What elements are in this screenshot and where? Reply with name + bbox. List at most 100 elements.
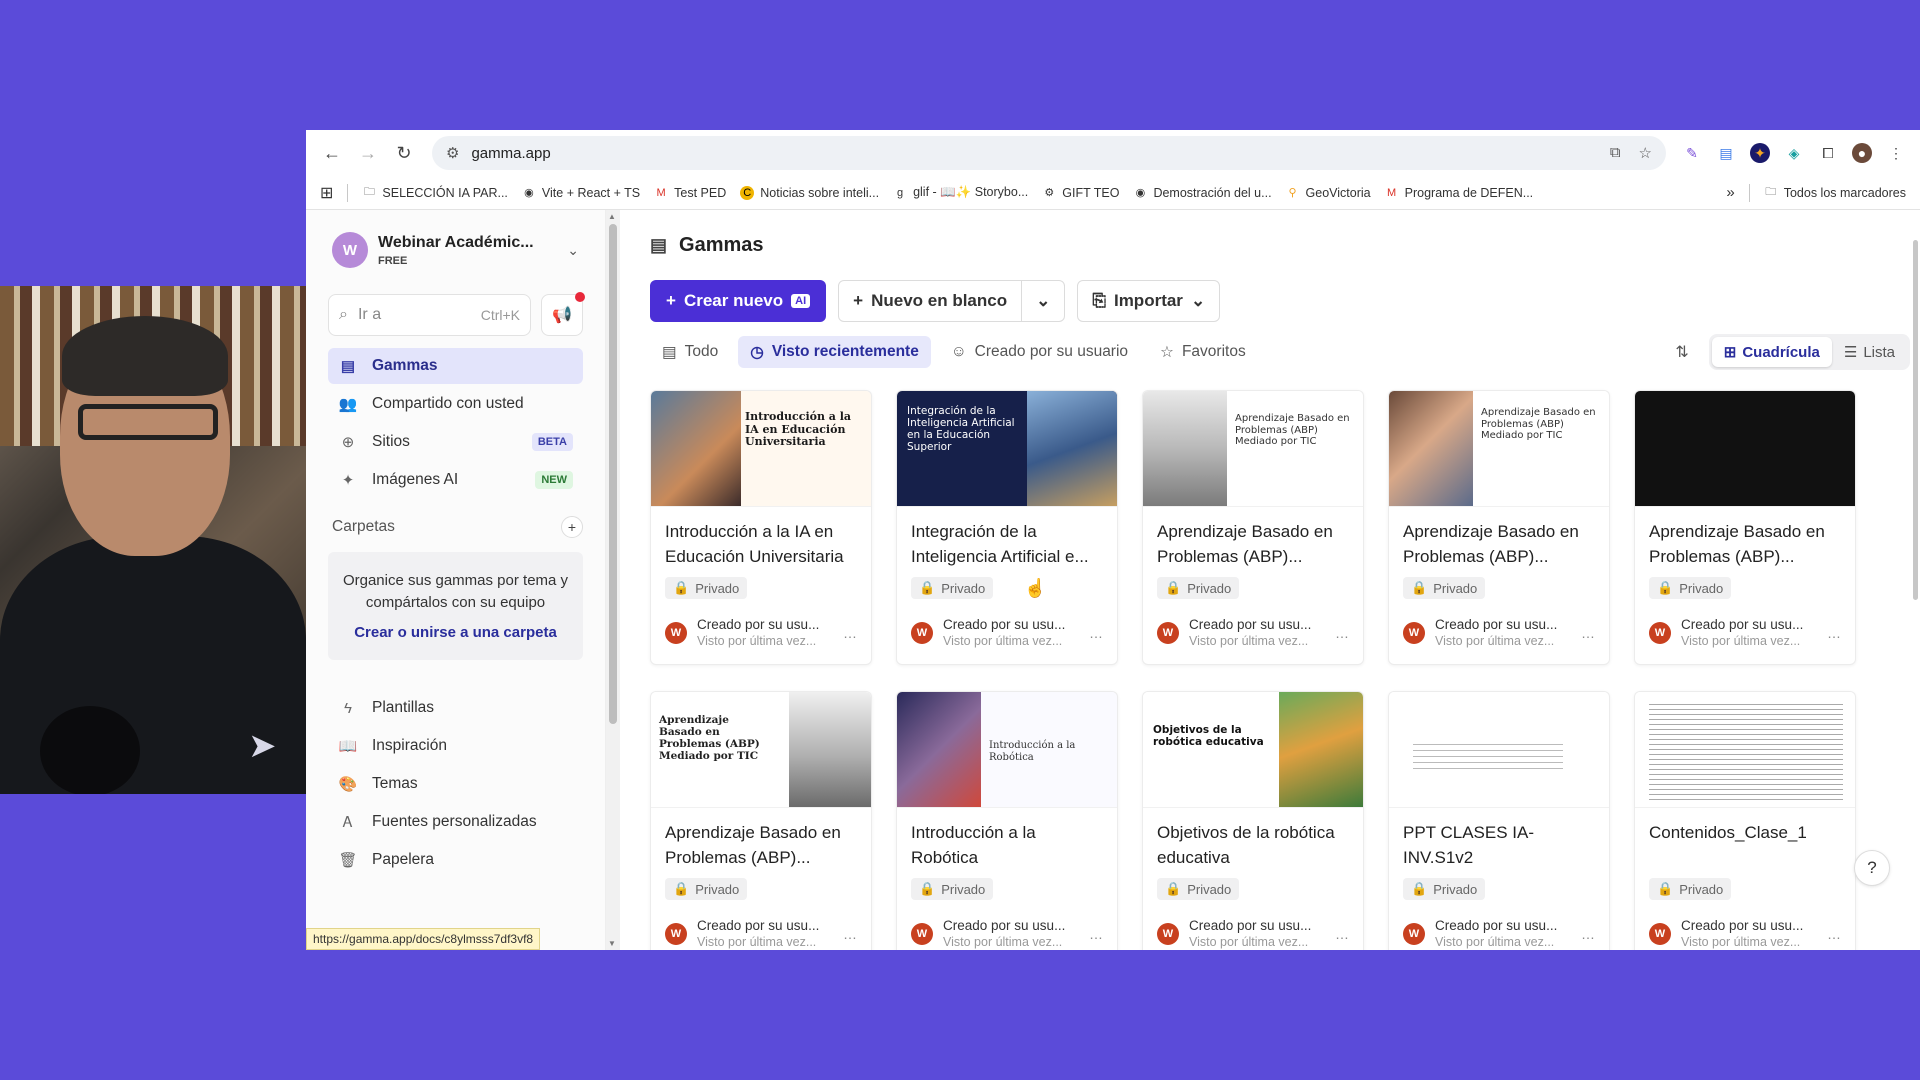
- filter-created-by-you[interactable]: ☺ Creado por su usuario: [939, 336, 1140, 368]
- workspace-switcher[interactable]: W Webinar Académic... FREE ⌄: [328, 222, 583, 278]
- chevron-down-icon[interactable]: ⌄: [567, 242, 579, 259]
- bookmark-item[interactable]: C Noticias sobre inteli...: [740, 185, 879, 200]
- card-body: Introducción a la IA en Educación Univer…: [651, 507, 871, 648]
- create-folder-link[interactable]: Crear o unirse a una carpeta: [342, 622, 569, 644]
- thumbnail-title: Aprendizaje Basado en Problemas (ABP) Me…: [659, 714, 760, 763]
- profile-avatar-icon[interactable]: ●: [1852, 143, 1872, 163]
- help-button[interactable]: ?: [1854, 850, 1890, 886]
- new-blank-dropdown[interactable]: ⌄: [1022, 281, 1064, 321]
- bookmark-item[interactable]: M Programa de DEFEN...: [1385, 186, 1533, 200]
- gamma-card[interactable]: Integración de la Inteligencia Artificia…: [896, 390, 1118, 665]
- filter-all[interactable]: ▤ Todo: [650, 336, 730, 368]
- apps-grid-icon[interactable]: ⊞: [320, 183, 333, 203]
- webcam-person-hair: [62, 316, 228, 396]
- bookmark-item[interactable]: ɡ glif - 📖✨ Storybo...: [893, 185, 1028, 200]
- more-options-icon[interactable]: …: [1335, 926, 1349, 942]
- bookmark-item[interactable]: 🗀 SELECCIÓN IA PAR...: [362, 186, 508, 200]
- layers-extension-icon[interactable]: ◈: [1784, 143, 1804, 163]
- private-label: Privado: [941, 881, 986, 897]
- bookmark-item[interactable]: M Test PED: [654, 186, 727, 200]
- ai-tag: AI: [791, 294, 811, 308]
- card-title: PPT CLASES IA-INV.S1v2: [1403, 823, 1535, 867]
- gamma-card[interactable]: Introducción a la Robótica Introducción …: [896, 691, 1118, 950]
- sidebar-item-ai-images[interactable]: ✦ Imágenes AI NEW: [328, 462, 583, 498]
- search-input[interactable]: ⌕ Ir a Ctrl+K: [328, 294, 531, 336]
- filter-favorites[interactable]: ☆ Favoritos: [1148, 336, 1258, 368]
- last-viewed-text: Visto por última vez...: [943, 935, 1063, 949]
- stack-icon: ▤: [662, 343, 677, 361]
- more-options-icon[interactable]: …: [843, 926, 857, 942]
- card-body: PPT CLASES IA-INV.S1v2 🔒 Privado W Creado …: [1389, 808, 1609, 949]
- site-info-icon[interactable]: ⚙: [446, 144, 459, 162]
- sidebar-item-custom-fonts[interactable]: Ꭺ Fuentes personalizadas: [328, 804, 583, 840]
- grid-view-button[interactable]: ⊞ Cuadrícula: [1711, 337, 1832, 367]
- bookmark-item[interactable]: ◉ Demostración del u...: [1133, 186, 1272, 200]
- list-view-button[interactable]: ☰ Lista: [1832, 337, 1907, 367]
- gamma-card[interactable]: Aprendizaje Basado en Problemas (ABP) Me…: [650, 691, 872, 950]
- announcements-button[interactable]: 📢: [541, 292, 585, 336]
- more-options-icon[interactable]: …: [843, 625, 857, 641]
- pen-extension-icon[interactable]: ✎: [1682, 143, 1702, 163]
- sidebar-item-sites[interactable]: ⊕ Sitios BETA: [328, 424, 583, 460]
- scroll-down-icon[interactable]: ▼: [608, 939, 616, 948]
- more-options-icon[interactable]: …: [1827, 926, 1841, 942]
- bookmark-label: Vite + React + TS: [541, 185, 641, 200]
- docs-extension-icon[interactable]: ▤: [1716, 143, 1736, 163]
- puzzle-extensions-icon[interactable]: ⧠: [1818, 143, 1838, 163]
- more-options-icon[interactable]: …: [1089, 926, 1103, 942]
- more-options-icon[interactable]: …: [1089, 625, 1103, 641]
- install-app-icon[interactable]: ⧉: [1610, 144, 1621, 162]
- reload-icon[interactable]: ↻: [386, 135, 422, 171]
- sidebar-item-templates[interactable]: ϟ Plantillas: [328, 690, 583, 726]
- gamma-card[interactable]: Aprendizaje Basado en Problemas (ABP) Me…: [1142, 390, 1364, 665]
- all-bookmarks-item[interactable]: 🗀 Todos los marcadores: [1764, 186, 1906, 200]
- more-options-icon[interactable]: …: [1581, 926, 1595, 942]
- more-options-icon[interactable]: …: [1827, 625, 1841, 641]
- private-badge: 🔒 Privado: [1157, 878, 1240, 900]
- sidebar-item-gammas[interactable]: ▤ Gammas: [328, 348, 583, 384]
- thumbnail-title: Aprendizaje Basado en Problemas (ABP) Me…: [1235, 413, 1350, 447]
- main-scrollbar[interactable]: [1910, 210, 1920, 950]
- sidebar-scrollbar[interactable]: ▲ ▼: [606, 210, 620, 950]
- filter-recently-viewed[interactable]: ◷ Visto recientemente: [738, 336, 931, 368]
- gamma-card[interactable]: Objetivos de la robótica educativa Objet…: [1142, 691, 1364, 950]
- card-body: Aprendizaje Basado en Problemas (ABP)...…: [1389, 507, 1609, 648]
- import-button[interactable]: ⎘ Importar ⌄: [1077, 280, 1221, 322]
- bookmarks-overflow-icon[interactable]: »: [1726, 184, 1734, 201]
- forward-icon[interactable]: →: [350, 135, 386, 171]
- sidebar-item-themes[interactable]: 🎨 Temas: [328, 766, 583, 802]
- sidebar-item-inspiration[interactable]: 📖 Inspiración: [328, 728, 583, 764]
- card-meta: W Creado por su usu... Visto por última ve…: [665, 918, 857, 949]
- star-extension-icon[interactable]: ✦: [1750, 143, 1770, 163]
- more-options-icon[interactable]: …: [1581, 625, 1595, 641]
- bookmark-item[interactable]: ◉ Vite + React + TS: [522, 186, 640, 200]
- sort-icon[interactable]: ⇅: [1675, 342, 1688, 362]
- thumbnail-photo: [1143, 391, 1227, 506]
- add-folder-button[interactable]: +: [561, 516, 583, 538]
- gamma-card[interactable]: PPT CLASES IA-INV.S1v2 🔒 Privado W Creado …: [1388, 691, 1610, 950]
- bookmark-item[interactable]: ⚙ GIFT TEO: [1042, 186, 1119, 200]
- import-button-content: ⎘ Importar ⌄: [1078, 281, 1219, 321]
- gamma-card[interactable]: Contenidos_Clase_1 🔒 Privado W Creado por …: [1634, 691, 1856, 950]
- gamma-card[interactable]: Aprendizaje Basado en Problemas (ABP) Me…: [1388, 390, 1610, 665]
- more-options-icon[interactable]: …: [1335, 625, 1349, 641]
- bookmark-item[interactable]: ⚲ GeoVictoria: [1286, 186, 1371, 200]
- browser-toolbar: ← → ↻ ⚙ gamma.app ⧉ ☆ ✎ ▤ ✦ ◈ ⧠ ● ⋮: [306, 130, 1920, 176]
- sidebar-item-label: Inspiración: [372, 737, 447, 754]
- scroll-up-icon[interactable]: ▲: [608, 212, 616, 221]
- sidebar-item-shared[interactable]: 👥 Compartido con usted: [328, 386, 583, 422]
- last-viewed-text: Visto por última vez...: [1435, 935, 1555, 949]
- gamma-card[interactable]: Introducción a la IA en Educación Univer…: [650, 390, 872, 665]
- browser-menu-icon[interactable]: ⋮: [1886, 143, 1906, 163]
- back-icon[interactable]: ←: [314, 135, 350, 171]
- gamma-card[interactable]: Aprendizaje Basado en Problemas (ABP)...…: [1634, 390, 1856, 665]
- card-thumbnail: [1389, 692, 1609, 808]
- sidebar-scroll-thumb[interactable]: [609, 224, 617, 724]
- main-scroll-thumb[interactable]: [1913, 240, 1918, 600]
- sidebar-item-trash[interactable]: 🗑 Papelera: [328, 842, 583, 878]
- bookmark-star-icon[interactable]: ☆: [1639, 144, 1652, 162]
- address-bar[interactable]: ⚙ gamma.app ⧉ ☆: [432, 136, 1666, 170]
- new-blank-button[interactable]: + Nuevo en blanco: [839, 281, 1021, 321]
- create-new-button[interactable]: + Crear nuevo AI: [650, 280, 827, 322]
- workspace-text: Webinar Académic... FREE: [378, 234, 567, 267]
